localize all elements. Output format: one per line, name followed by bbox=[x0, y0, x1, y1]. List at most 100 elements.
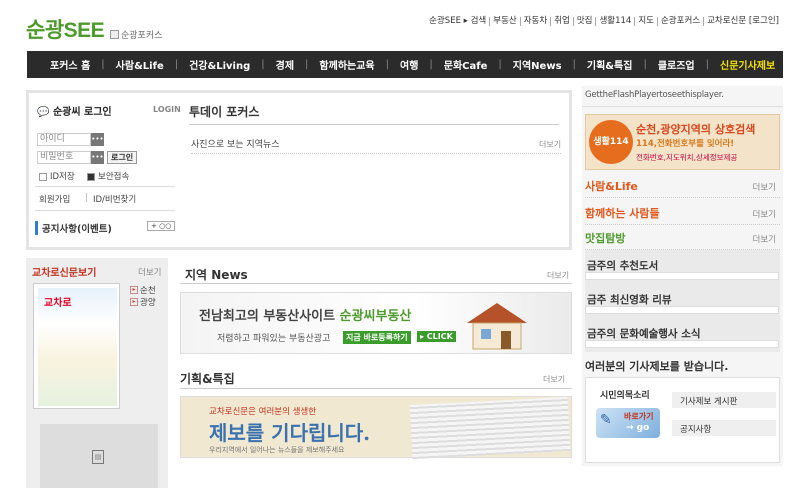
top-link-jobs[interactable]: 취업 bbox=[551, 17, 574, 26]
image-placeholder: ▤ bbox=[40, 424, 158, 488]
news-tip-box: 시민의목소리 ✎ 바로가기 → go 기사제보 게시판 공지사항 bbox=[585, 377, 780, 463]
culture-bar bbox=[585, 340, 779, 348]
save-id-checkbox-row[interactable]: ID저장 bbox=[39, 170, 75, 182]
nav-people-life[interactable]: 사람&Life bbox=[105, 57, 175, 72]
login-en-label: LOGIN bbox=[153, 105, 181, 114]
find-id-link[interactable]: ID/비번찾기 bbox=[93, 193, 136, 205]
nav-health-living[interactable]: 건강&Living bbox=[178, 57, 261, 72]
recommended-books-title[interactable]: 금주의 추천도서 bbox=[587, 258, 658, 273]
section-title: 맛집탐방 bbox=[585, 232, 626, 245]
section-restaurants[interactable]: 맛집탐방 더보기 bbox=[585, 230, 780, 250]
save-id-label: ID저장 bbox=[50, 172, 75, 182]
tip-ad-headline: 제보를 기다립니다. bbox=[209, 421, 371, 445]
newspaper-more-link[interactable]: 더보기 bbox=[138, 266, 161, 278]
top-link-map[interactable]: 지도 bbox=[635, 17, 658, 26]
newspaper-link-gwangyang[interactable]: ▸ 광양 bbox=[130, 296, 156, 308]
newspaper-link-label: 순천 bbox=[140, 286, 156, 296]
main-nav-bar: 포커스 홈 | 사람&Life | 건강&Living | 경제 | 함께하는교육 | 여… bbox=[27, 51, 783, 78]
top-link-newspaper[interactable]: 교차로신문 [로그인] bbox=[704, 17, 782, 26]
house-icon bbox=[467, 303, 527, 350]
local-news-title: 지역 News bbox=[185, 268, 248, 282]
local-news-more-link[interactable]: 더보기 bbox=[547, 270, 569, 281]
more-link[interactable]: 더보기 bbox=[753, 181, 776, 193]
go-button[interactable]: ✎ 바로가기 → go bbox=[596, 408, 660, 438]
newspaper-link-suncheon[interactable]: ▸ 순천 bbox=[130, 284, 156, 296]
notice-title[interactable]: 공지사항(이벤트) bbox=[35, 221, 112, 235]
section-title: 함께하는 사람들 bbox=[585, 207, 660, 220]
newspaper-panel: 교차로신문보기 더보기 교차로 ▸ 순천 ▸ 광양 ▤ bbox=[26, 258, 168, 488]
newspaper-thumbnail[interactable]: 교차로 bbox=[33, 283, 120, 409]
keypad-icon[interactable]: ••• bbox=[91, 133, 104, 146]
pencil-icon: ✎ bbox=[600, 412, 612, 428]
top-utility-nav: 순광SEE ▸ 검색 부동산 자동차 취업 맛집 생활114 지도 순광포커스 … bbox=[426, 17, 782, 26]
join-link[interactable]: 회원가입 bbox=[39, 193, 70, 205]
site-logo[interactable]: 순광SEE bbox=[26, 14, 105, 44]
special-more-link[interactable]: 더보기 bbox=[543, 374, 565, 385]
recommended-books-box: 금주의 추천도서 bbox=[585, 250, 780, 286]
nav-news-tip[interactable]: 신문기사제보 bbox=[709, 57, 786, 72]
save-id-checkbox[interactable] bbox=[39, 172, 47, 181]
nav-culture-cafe[interactable]: 문화Cafe bbox=[433, 57, 499, 72]
top-link-car[interactable]: 자동차 bbox=[521, 17, 552, 26]
culture-events-title[interactable]: 금주의 문화예술행사 소식 bbox=[587, 326, 701, 341]
notice-more-button[interactable]: + ○○ bbox=[147, 221, 176, 231]
secure-checkbox-row[interactable]: 보안접속 bbox=[87, 170, 129, 182]
login-today-panel: 💬 순광씨 로그인 LOGIN 아이디 ••• 비밀번호 ••• 로그인 ID저… bbox=[26, 90, 572, 250]
nav-closeup[interactable]: 클로즈업 bbox=[647, 57, 706, 72]
login-button[interactable]: 로그인 bbox=[107, 151, 138, 164]
realestate-ad-banner[interactable]: 전남최고의 부동산사이트 순광씨부동산 저렴하고 파워있는 부동산광고 지금 바… bbox=[180, 292, 572, 354]
top-link-focus[interactable]: 순광포커스 bbox=[658, 17, 705, 26]
tip-notice-link[interactable]: 공지사항 bbox=[672, 420, 776, 436]
newspaper-link-label: 광양 bbox=[140, 298, 156, 308]
right-column: GettheFlashPlayertoseethisplayer. 생활114 … bbox=[582, 86, 783, 466]
logo-alt-text: 순광포커스 bbox=[110, 28, 162, 41]
realestate-ad-headline: 전남최고의 부동산사이트 순광씨부동산 bbox=[199, 305, 411, 324]
id-input[interactable]: 아이디 bbox=[37, 133, 91, 146]
nav-travel[interactable]: 여행 bbox=[389, 57, 429, 72]
click-button[interactable]: ▸ CLICK bbox=[417, 331, 456, 342]
nav-economy[interactable]: 경제 bbox=[265, 57, 305, 72]
top-link-search[interactable]: 순광SEE ▸ 검색 bbox=[426, 17, 491, 26]
nav-education[interactable]: 함께하는교육 bbox=[308, 57, 385, 72]
register-now-button[interactable]: 지금 바로등록하기 bbox=[343, 331, 411, 344]
realestate-ad-subline: 저렴하고 파워있는 부동산광고 bbox=[217, 334, 331, 344]
nav-local-news[interactable]: 지역News bbox=[502, 57, 573, 72]
movie-bar bbox=[585, 306, 779, 314]
movie-review-title[interactable]: 금주 최신영화 리뷰 bbox=[587, 292, 672, 307]
secure-checkbox[interactable] bbox=[87, 172, 95, 181]
top-link-food[interactable]: 맛집 bbox=[574, 17, 597, 26]
life114-line1: 순천,광양지역의 상호검색 bbox=[636, 123, 756, 136]
top-link-114[interactable]: 생활114 bbox=[596, 17, 636, 26]
document-icon: ▤ bbox=[92, 450, 104, 464]
keypad-icon[interactable]: ••• bbox=[91, 151, 104, 164]
today-focus-item[interactable]: 사진으로 보는 지역뉴스 bbox=[191, 137, 280, 150]
more-link[interactable]: 더보기 bbox=[753, 233, 776, 245]
newspaper-cover: 교차로 bbox=[38, 288, 117, 406]
top-link-realestate[interactable]: 부동산 bbox=[490, 17, 521, 26]
newspaper-head: 교차로 bbox=[44, 298, 72, 309]
news-tip-ad-banner[interactable]: 교차로신문은 여러분의 생생한 제보를 기다립니다. 우리지역에서 일어나는 뉴… bbox=[180, 396, 572, 460]
go-label: 바로가기 bbox=[624, 412, 654, 421]
life114-banner[interactable]: 생활114 순천,광양지역의 상호검색 114,전화번호부를 잊어라! 전화번호… bbox=[585, 114, 780, 170]
special-title: 기획&특집 bbox=[180, 372, 235, 386]
books-bar bbox=[585, 272, 779, 280]
newspaper-illustration bbox=[409, 396, 571, 460]
tip-ad-line1: 교차로신문은 여러분의 생생한 bbox=[209, 407, 317, 417]
news-tip-title: 여러분의 기사제보를 받습니다. bbox=[585, 360, 729, 373]
speech-bubble-icon: 💬 bbox=[37, 107, 50, 118]
life114-line3: 전화번호,지도위치,상세정보제공 bbox=[636, 153, 738, 162]
login-title-text: 순광씨 로그인 bbox=[52, 107, 112, 118]
broken-image-icon bbox=[110, 30, 119, 39]
tip-board-link[interactable]: 기사제보 게시판 bbox=[672, 392, 776, 408]
today-more-link[interactable]: 더보기 bbox=[539, 139, 561, 150]
nav-focus-home[interactable]: 포커스 홈 bbox=[39, 57, 101, 72]
section-title: 사람&Life bbox=[585, 180, 638, 193]
section-together[interactable]: 함께하는 사람들 더보기 bbox=[585, 205, 780, 225]
secure-label: 보안접속 bbox=[98, 172, 130, 182]
arrow-right-icon: ▸ bbox=[130, 286, 138, 294]
nav-special[interactable]: 기획&특집 bbox=[576, 57, 644, 72]
more-link[interactable]: 더보기 bbox=[753, 208, 776, 220]
password-input[interactable]: 비밀번호 bbox=[37, 151, 91, 164]
section-people-life[interactable]: 사람&Life 더보기 bbox=[585, 178, 780, 198]
arrow-right-icon: ▸ bbox=[130, 298, 138, 306]
